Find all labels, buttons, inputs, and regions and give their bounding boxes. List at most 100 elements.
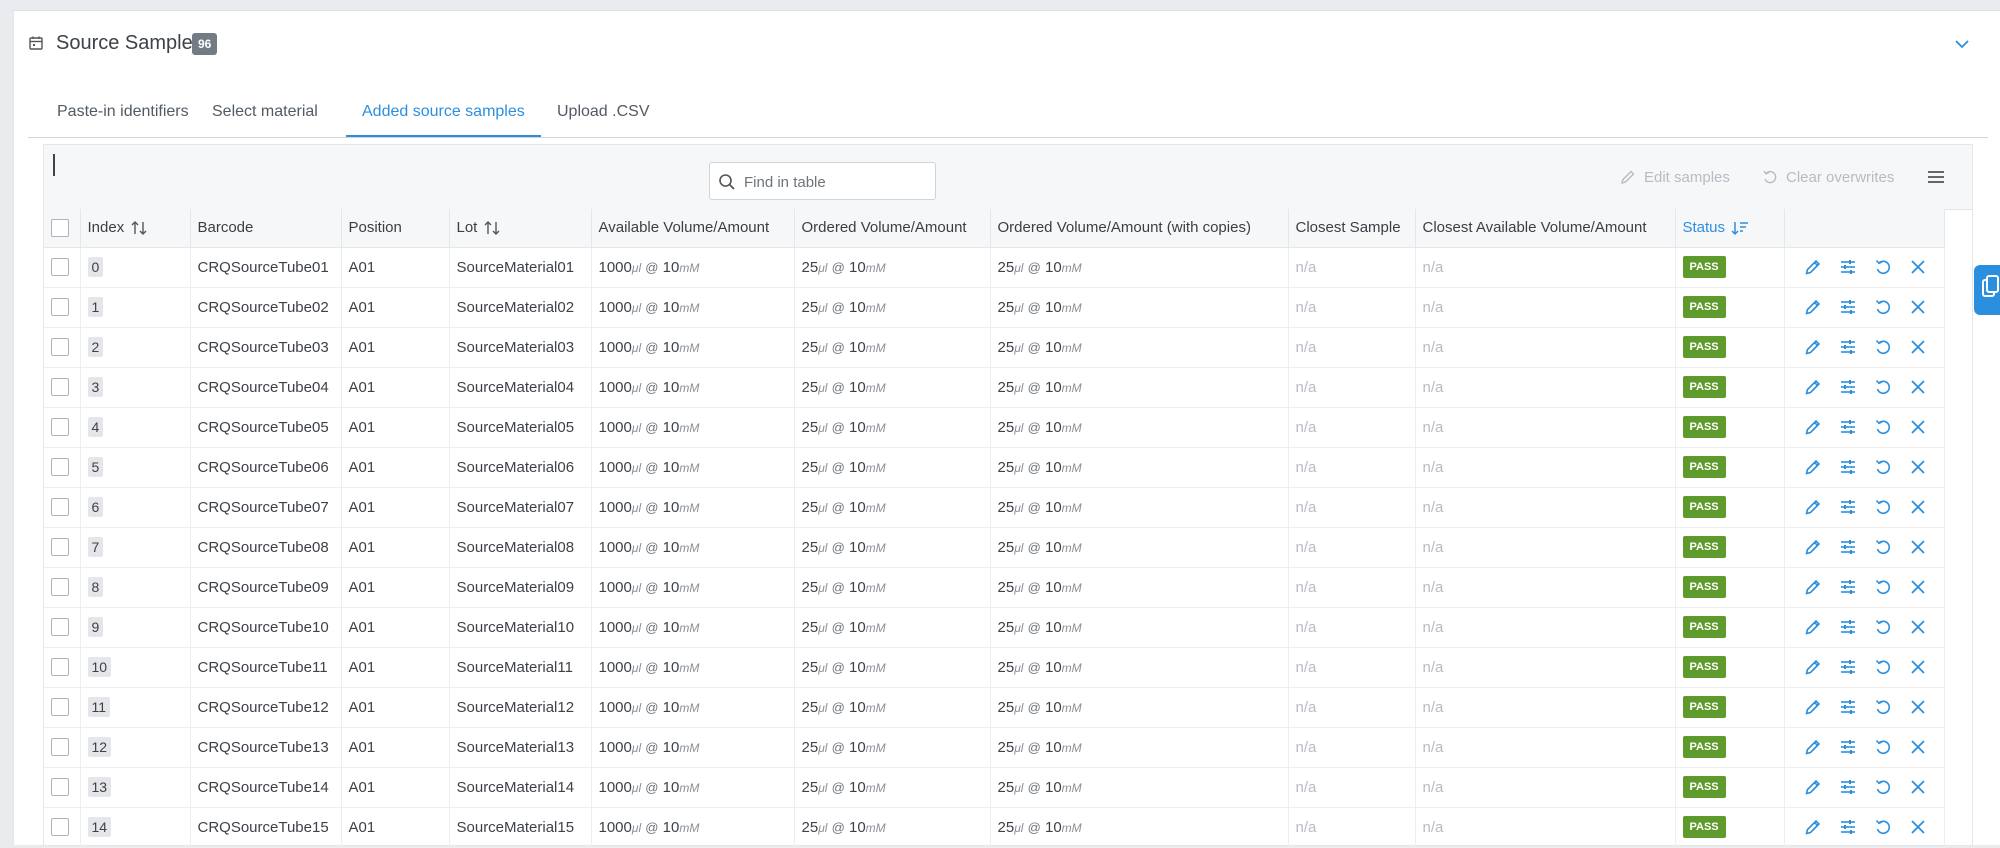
table-row[interactable]: 5 CRQSourceTube06 A01 SourceMaterial06 1000μ…	[44, 447, 1945, 488]
undo-icon[interactable]	[1874, 298, 1892, 316]
row-checkbox[interactable]	[51, 618, 69, 637]
undo-icon[interactable]	[1874, 258, 1892, 276]
row-checkbox[interactable]	[51, 578, 69, 597]
row-checkbox[interactable]	[51, 418, 69, 437]
undo-icon[interactable]	[1874, 538, 1892, 556]
pencil-icon[interactable]	[1804, 818, 1822, 836]
undo-icon[interactable]	[1874, 458, 1892, 476]
sliders-icon[interactable]	[1839, 378, 1857, 396]
pencil-icon[interactable]	[1804, 778, 1822, 796]
close-icon[interactable]	[1909, 698, 1927, 716]
edit-samples-button[interactable]: Edit samples	[1620, 165, 1730, 189]
sliders-icon[interactable]	[1839, 778, 1857, 796]
sort-icon[interactable]	[483, 220, 501, 236]
sliders-icon[interactable]	[1839, 818, 1857, 836]
pencil-icon[interactable]	[1804, 658, 1822, 676]
close-icon[interactable]	[1909, 298, 1927, 316]
close-icon[interactable]	[1909, 658, 1927, 676]
undo-icon[interactable]	[1874, 338, 1892, 356]
tab-added-source-samples[interactable]: Added source samples	[346, 86, 541, 137]
table-row[interactable]: 8 CRQSourceTube09 A01 SourceMaterial09 1000μ…	[44, 567, 1945, 608]
row-checkbox[interactable]	[51, 378, 69, 397]
chevron-down-icon[interactable]	[1952, 36, 1972, 52]
pencil-icon[interactable]	[1804, 338, 1822, 356]
row-checkbox[interactable]	[51, 818, 69, 837]
copy-side-tab[interactable]	[1974, 265, 2000, 315]
tab-upload-csv[interactable]: Upload .CSV	[541, 86, 666, 136]
close-icon[interactable]	[1909, 578, 1927, 596]
column-header-position[interactable]: Position	[341, 209, 450, 248]
tab-paste-in-identifiers[interactable]: Paste-in identifiers	[41, 86, 205, 136]
column-header-index[interactable]: Index	[80, 209, 191, 248]
hamburger-menu-icon[interactable]	[1927, 169, 1945, 185]
pencil-icon[interactable]	[1804, 418, 1822, 436]
column-header-barcode[interactable]: Barcode	[190, 209, 342, 248]
pencil-icon[interactable]	[1804, 378, 1822, 396]
close-icon[interactable]	[1909, 778, 1927, 796]
table-row[interactable]: 6 CRQSourceTube07 A01 SourceMaterial07 1000μ…	[44, 487, 1945, 528]
column-header-closest-available-volume[interactable]: Closest Available Volume/Amount	[1415, 209, 1676, 248]
row-checkbox[interactable]	[51, 738, 69, 757]
undo-icon[interactable]	[1874, 578, 1892, 596]
tab-select-material[interactable]: Select material	[196, 86, 334, 136]
sliders-icon[interactable]	[1839, 578, 1857, 596]
undo-icon[interactable]	[1874, 658, 1892, 676]
sort-descending-icon[interactable]	[1731, 220, 1749, 236]
sliders-icon[interactable]	[1839, 298, 1857, 316]
column-header-ordered-volume-copies[interactable]: Ordered Volume/Amount (with copies)	[990, 209, 1289, 248]
undo-icon[interactable]	[1874, 418, 1892, 436]
table-row[interactable]: 12 CRQSourceTube13 A01 SourceMaterial13 1000…	[44, 727, 1945, 768]
undo-icon[interactable]	[1874, 778, 1892, 796]
close-icon[interactable]	[1909, 818, 1927, 836]
row-checkbox[interactable]	[51, 658, 69, 677]
undo-icon[interactable]	[1874, 698, 1892, 716]
undo-icon[interactable]	[1874, 738, 1892, 756]
sliders-icon[interactable]	[1839, 418, 1857, 436]
undo-icon[interactable]	[1874, 818, 1892, 836]
table-row[interactable]: 13 CRQSourceTube14 A01 SourceMaterial14 1000…	[44, 767, 1945, 808]
pencil-icon[interactable]	[1804, 298, 1822, 316]
table-search[interactable]	[709, 162, 936, 200]
row-checkbox[interactable]	[51, 538, 69, 557]
row-checkbox[interactable]	[51, 298, 69, 317]
pencil-icon[interactable]	[1804, 498, 1822, 516]
column-header-ordered-volume[interactable]: Ordered Volume/Amount	[794, 209, 991, 248]
table-row[interactable]: 2 CRQSourceTube03 A01 SourceMaterial03 1000μ…	[44, 327, 1945, 368]
sliders-icon[interactable]	[1839, 738, 1857, 756]
table-row[interactable]: 10 CRQSourceTube11 A01 SourceMaterial11 1000…	[44, 647, 1945, 688]
table-row[interactable]: 7 CRQSourceTube08 A01 SourceMaterial08 1000μ…	[44, 527, 1945, 568]
close-icon[interactable]	[1909, 458, 1927, 476]
undo-icon[interactable]	[1874, 378, 1892, 396]
pencil-icon[interactable]	[1804, 738, 1822, 756]
pencil-icon[interactable]	[1804, 458, 1822, 476]
sliders-icon[interactable]	[1839, 498, 1857, 516]
column-header-closest-sample[interactable]: Closest Sample	[1288, 209, 1416, 248]
close-icon[interactable]	[1909, 418, 1927, 436]
sliders-icon[interactable]	[1839, 658, 1857, 676]
sliders-icon[interactable]	[1839, 458, 1857, 476]
table-row[interactable]: 0 CRQSourceTube01 A01 SourceMaterial01 1000μ…	[44, 247, 1945, 288]
clear-overwrites-button[interactable]: Clear overwrites	[1762, 165, 1894, 189]
table-row[interactable]: 9 CRQSourceTube10 A01 SourceMaterial10 1000μ…	[44, 607, 1945, 648]
table-row[interactable]: 11 CRQSourceTube12 A01 SourceMaterial12 1000…	[44, 687, 1945, 728]
close-icon[interactable]	[1909, 618, 1927, 636]
close-icon[interactable]	[1909, 538, 1927, 556]
close-icon[interactable]	[1909, 498, 1927, 516]
close-icon[interactable]	[1909, 258, 1927, 276]
pencil-icon[interactable]	[1804, 578, 1822, 596]
column-header-status[interactable]: Status	[1675, 209, 1785, 248]
row-checkbox[interactable]	[51, 778, 69, 797]
select-all-checkbox[interactable]	[51, 218, 69, 237]
row-checkbox[interactable]	[51, 258, 69, 277]
table-row[interactable]: 4 CRQSourceTube05 A01 SourceMaterial05 1000μ…	[44, 407, 1945, 448]
column-header-available-volume[interactable]: Available Volume/Amount	[591, 209, 795, 248]
row-checkbox[interactable]	[51, 698, 69, 717]
table-row[interactable]: 3 CRQSourceTube04 A01 SourceMaterial04 1000μ…	[44, 367, 1945, 408]
column-header-lot[interactable]: Lot	[449, 209, 592, 248]
pencil-icon[interactable]	[1804, 698, 1822, 716]
sliders-icon[interactable]	[1839, 698, 1857, 716]
close-icon[interactable]	[1909, 378, 1927, 396]
sliders-icon[interactable]	[1839, 258, 1857, 276]
close-icon[interactable]	[1909, 338, 1927, 356]
table-row[interactable]: 14 CRQSourceTube15 A01 SourceMaterial15 1000…	[44, 807, 1945, 848]
